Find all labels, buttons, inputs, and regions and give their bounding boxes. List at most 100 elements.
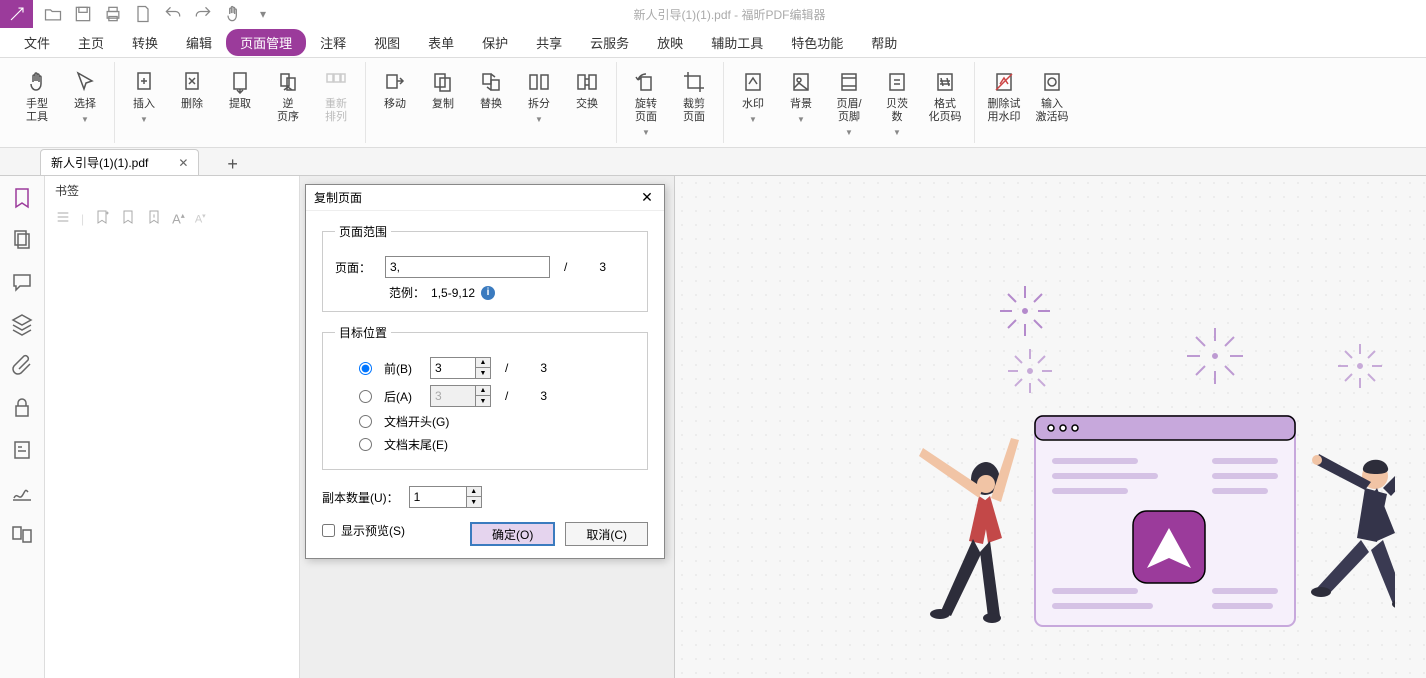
bookmark-panel-title: 书签 — [45, 176, 299, 205]
ribbon-select[interactable]: 选择 ▼ — [64, 62, 106, 143]
sidebar-pages[interactable] — [10, 228, 34, 252]
ribbon-header-footer[interactable]: 页眉/ 页脚 ▼ — [828, 62, 870, 143]
ribbon-watermark[interactable]: 水印 ▼ — [732, 62, 774, 143]
before-spin[interactable]: ▲▼ — [430, 357, 491, 379]
ribbon-background[interactable]: 背景 ▼ — [780, 62, 822, 143]
radio-after[interactable] — [359, 390, 372, 403]
ribbon-remove-trial-watermark[interactable]: 删除试 用水印 — [983, 62, 1025, 143]
insert-icon — [132, 70, 156, 94]
radio-doc-start-label[interactable]: 文档开头(G) — [384, 413, 449, 430]
menu-share[interactable]: 共享 — [522, 29, 576, 56]
open-icon[interactable] — [43, 4, 63, 24]
menu-cloud[interactable]: 云服务 — [576, 29, 643, 56]
save-icon[interactable] — [73, 4, 93, 24]
ribbon-extract[interactable]: 提取 — [219, 62, 261, 143]
spin-down-icon[interactable]: ▼ — [476, 368, 490, 378]
page-range-legend: 页面范围 — [335, 223, 391, 240]
document-tab[interactable]: 新人引导(1)(1).pdf ✕ — [40, 149, 199, 175]
menu-accessibility[interactable]: 辅助工具 — [697, 29, 777, 56]
radio-before-label[interactable]: 前(B) — [384, 360, 422, 377]
ribbon-swap[interactable]: 交换 — [566, 62, 608, 143]
menu-home[interactable]: 主页 — [64, 29, 118, 56]
menu-present[interactable]: 放映 — [643, 29, 697, 56]
redo-icon[interactable] — [193, 4, 213, 24]
dialog-close-button[interactable]: ✕ — [638, 189, 656, 207]
qat-dropdown-icon[interactable]: ▾ — [253, 4, 273, 24]
app-logo — [0, 0, 33, 28]
bm-list-icon[interactable] — [55, 209, 71, 228]
ribbon-bates[interactable]: 贝茨 数 ▼ — [876, 62, 918, 143]
sidebar-layers[interactable] — [10, 312, 34, 336]
radio-doc-start[interactable] — [359, 415, 372, 428]
print-icon[interactable] — [103, 4, 123, 24]
page-label: 页面： — [335, 259, 377, 276]
ribbon-split[interactable]: 拆分 ▼ — [518, 62, 560, 143]
menu-page-manage[interactable]: 页面管理 — [226, 29, 306, 56]
ribbon-move[interactable]: 移动 — [374, 62, 416, 143]
spin-down-icon: ▼ — [476, 396, 490, 406]
slash-label: / — [564, 260, 567, 274]
menu-protect[interactable]: 保护 — [468, 29, 522, 56]
before-spin-input[interactable] — [430, 357, 476, 379]
quick-access-toolbar: ▾ — [33, 4, 283, 24]
sidebar-security[interactable] — [10, 396, 34, 420]
chevron-down-icon: ▼ — [535, 115, 543, 124]
ribbon-insert[interactable]: 插入 ▼ — [123, 62, 165, 143]
sidebar-attachments[interactable] — [10, 354, 34, 378]
sidebar-comments[interactable] — [10, 270, 34, 294]
radio-doc-end[interactable] — [359, 438, 372, 451]
menu-view[interactable]: 视图 — [360, 29, 414, 56]
radio-doc-end-label[interactable]: 文档末尾(E) — [384, 436, 448, 453]
show-preview-checkbox[interactable] — [322, 524, 335, 537]
sidebar-compare[interactable] — [10, 522, 34, 546]
ribbon-replace[interactable]: 替换 — [470, 62, 512, 143]
copies-input[interactable] — [409, 486, 467, 508]
menu-edit[interactable]: 编辑 — [172, 29, 226, 56]
sidebar-sign[interactable] — [10, 480, 34, 504]
ribbon-crop[interactable]: 裁剪 页面 — [673, 62, 715, 143]
bm-font-inc-icon[interactable]: A▴ — [172, 211, 185, 226]
undo-icon[interactable] — [163, 4, 183, 24]
add-tab-button[interactable]: + — [219, 154, 246, 175]
bm-font-dec-icon[interactable]: A▾ — [195, 212, 206, 226]
radio-before[interactable] — [359, 362, 372, 375]
cancel-button[interactable]: 取消(C) — [565, 522, 648, 546]
sidebar-form[interactable] — [10, 438, 34, 462]
menu-form[interactable]: 表单 — [414, 29, 468, 56]
radio-after-label[interactable]: 后(A) — [384, 388, 422, 405]
dialog-titlebar[interactable]: 复制页面 ✕ — [306, 185, 664, 211]
menu-convert[interactable]: 转换 — [118, 29, 172, 56]
copies-spin[interactable]: ▲▼ — [409, 486, 482, 508]
ribbon-delete[interactable]: 删除 — [171, 62, 213, 143]
close-tab-icon[interactable]: ✕ — [178, 156, 188, 170]
hand-qat-icon[interactable] — [223, 4, 243, 24]
watermark-icon — [741, 70, 765, 94]
ribbon-hand-tool[interactable]: 手型 工具 — [16, 62, 58, 143]
show-preview-checkbox-label[interactable]: 显示预览(S) — [322, 522, 405, 539]
document-canvas[interactable] — [675, 176, 1426, 678]
info-icon[interactable]: i — [481, 286, 495, 300]
spin-down-icon[interactable]: ▼ — [467, 497, 481, 507]
menu-annotate[interactable]: 注释 — [306, 29, 360, 56]
title-bar: ▾ 新人引导(1)(1).pdf - 福昕PDF编辑器 — [0, 0, 1426, 28]
bm-bookmark-icon[interactable] — [120, 209, 136, 228]
page-input[interactable] — [385, 256, 550, 278]
ribbon-duplicate[interactable]: 复制 — [422, 62, 464, 143]
menu-feature[interactable]: 特色功能 — [777, 29, 857, 56]
page-icon[interactable] — [133, 4, 153, 24]
spin-up-icon[interactable]: ▲ — [467, 487, 481, 497]
ok-button[interactable]: 确定(O) — [470, 522, 555, 546]
copies-label: 副本数量(U)： — [322, 489, 399, 506]
ribbon-reverse[interactable]: 逆 页序 — [267, 62, 309, 143]
ribbon-format-pagenum[interactable]: 格式 化页码 — [924, 62, 966, 143]
menu-file[interactable]: 文件 — [10, 29, 64, 56]
spin-up-icon[interactable]: ▲ — [476, 358, 490, 368]
sidebar-bookmarks[interactable] — [10, 186, 34, 210]
ribbon-rotate[interactable]: 旋转 页面 ▼ — [625, 62, 667, 143]
ribbon-input-activation-code[interactable]: 输入 激活码 — [1031, 62, 1073, 143]
ribbon: 手型 工具 选择 ▼ 插入 ▼ 删除 提取 逆 页序 重新 排列 — [0, 58, 1426, 148]
pagenum-icon — [933, 70, 957, 94]
menu-help[interactable]: 帮助 — [857, 29, 911, 56]
bm-expand-icon[interactable] — [146, 209, 162, 228]
bm-add-icon[interactable] — [94, 209, 110, 228]
